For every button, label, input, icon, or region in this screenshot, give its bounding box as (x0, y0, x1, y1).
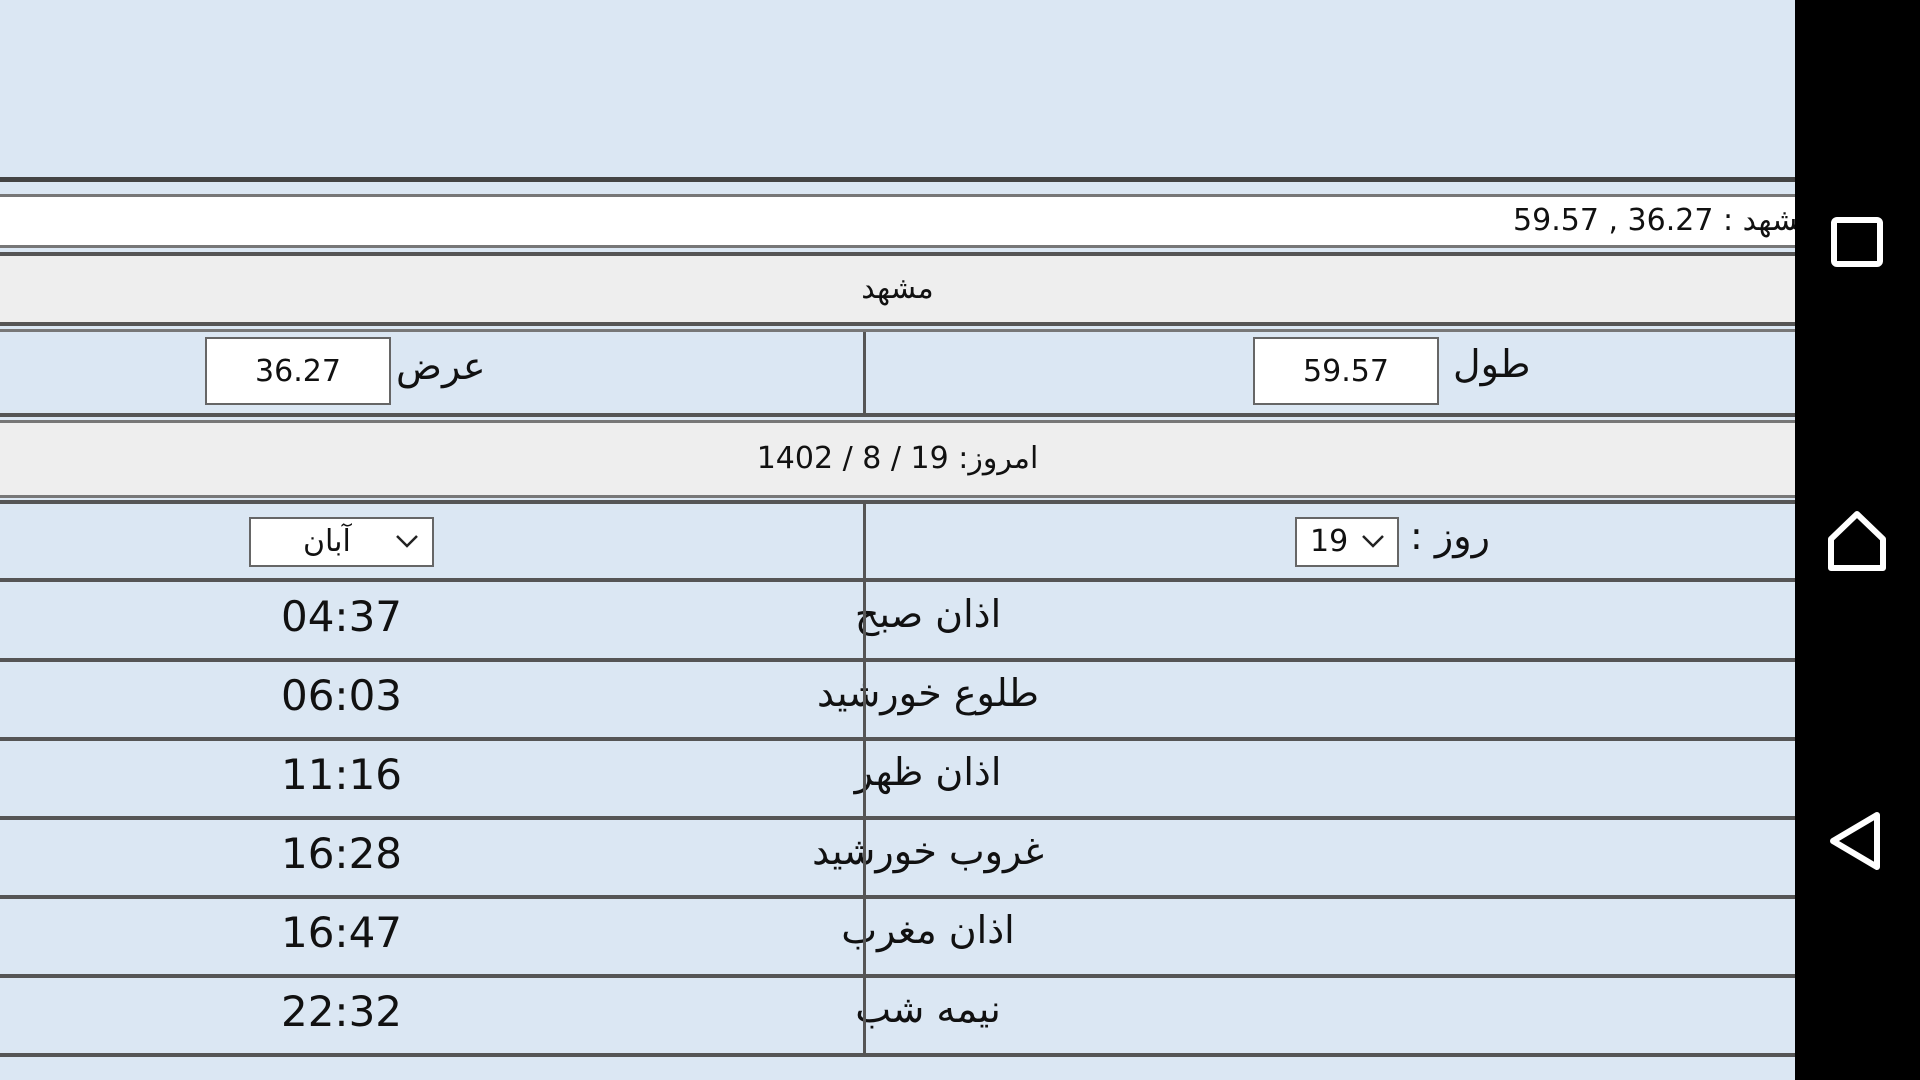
recents-square-icon (1831, 217, 1883, 267)
time-label: غروب خورشید (812, 829, 1044, 873)
latitude-input[interactable] (205, 337, 391, 405)
column-divider (863, 741, 866, 816)
divider (0, 322, 1795, 326)
month-select[interactable]: آبان (249, 517, 434, 567)
divider (0, 177, 1795, 182)
divider (0, 245, 1795, 248)
column-divider (863, 820, 866, 895)
navigation-bar (1795, 0, 1920, 1080)
today-bar: امروز: 19 / 8 / 1402 (0, 423, 1795, 495)
city-bar: مشهد (0, 256, 1795, 322)
coordinates-input-row: عرض طول (0, 332, 1795, 413)
time-row-dhuhr: 11:16 اذان ظهر (0, 741, 1795, 816)
column-divider (863, 899, 866, 974)
recents-button[interactable] (1795, 196, 1920, 286)
city-name: مشهد (861, 271, 934, 306)
day-select[interactable]: 19 (1295, 517, 1399, 567)
prayer-times-page: مشهد : 36.27 , 59.57 مشهد عرض طول امروز:… (0, 0, 1795, 1080)
month-select-value: آبان (303, 524, 351, 559)
day-select-value: 19 (1310, 524, 1349, 559)
time-row-midnight: 22:32 نیمه شب (0, 978, 1795, 1053)
time-row-sunset: 16:28 غروب خورشید (0, 820, 1795, 895)
column-divider (863, 662, 866, 737)
divider (0, 1053, 1795, 1057)
time-row-fajr: 04:37 اذان صبح (0, 582, 1795, 658)
column-divider (863, 332, 866, 413)
back-button[interactable] (1795, 796, 1920, 886)
time-label: اذان مغرب (841, 908, 1015, 952)
home-icon (1828, 511, 1886, 571)
time-label: اذان ظهر (854, 750, 1002, 794)
divider (0, 495, 1795, 498)
column-divider (863, 582, 866, 658)
column-divider (863, 978, 866, 1053)
time-label: نیمه شب (855, 987, 1001, 1031)
chevron-down-icon (396, 535, 418, 548)
coordinates-text: مشهد : 36.27 , 59.57 (1513, 203, 1795, 238)
column-divider (863, 504, 866, 578)
chevron-down-icon (1362, 535, 1384, 548)
divider (0, 413, 1795, 417)
day-label: روز : (1410, 514, 1490, 558)
coordinates-bar: مشهد : 36.27 , 59.57 (0, 197, 1795, 245)
today-date: امروز: 19 / 8 / 1402 (756, 441, 1039, 476)
back-triangle-icon (1830, 812, 1880, 870)
longitude-label: طول (1453, 342, 1531, 386)
home-button[interactable] (1795, 495, 1920, 585)
time-label: طلوع خورشید (817, 671, 1039, 715)
time-row-maghrib: 16:47 اذان مغرب (0, 899, 1795, 974)
latitude-label: عرض (396, 344, 486, 388)
longitude-input[interactable] (1253, 337, 1439, 405)
date-picker-row: آبان 19 روز : (0, 504, 1795, 578)
time-label: اذان صبح (854, 592, 1002, 636)
time-row-sunrise: 06:03 طلوع خورشید (0, 662, 1795, 737)
